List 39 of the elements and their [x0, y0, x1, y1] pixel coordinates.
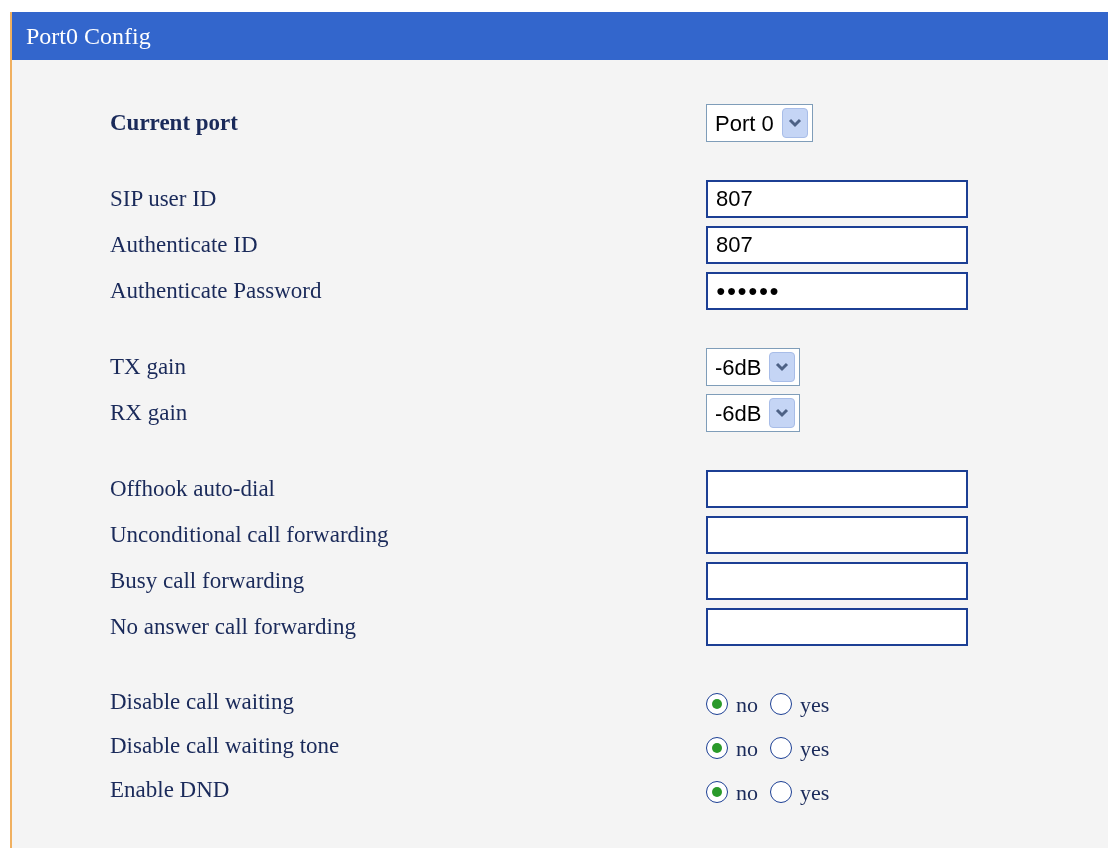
input-field[interactable]: [706, 562, 968, 600]
option-label: yes: [800, 778, 830, 807]
field-label: TX gain: [110, 352, 187, 381]
radio-button[interactable]: [770, 693, 792, 715]
option-label: yes: [800, 734, 830, 763]
chevron-down-icon: [769, 352, 796, 382]
radio-button[interactable]: [770, 737, 792, 759]
input-field[interactable]: 807: [706, 226, 968, 264]
input-field[interactable]: [706, 470, 968, 508]
radio-button[interactable]: [770, 781, 792, 803]
input-field[interactable]: [706, 608, 968, 646]
panel-header: Port0 Config: [12, 12, 1108, 60]
dropdown[interactable]: -6dB: [706, 394, 801, 432]
input-field[interactable]: 807: [706, 180, 968, 218]
field-label: SIP user ID: [110, 184, 218, 213]
field-label: Unconditional call forwarding: [110, 520, 390, 549]
chevron-down-icon: [781, 108, 808, 138]
field-label: Disable call waiting: [110, 687, 295, 716]
dropdown[interactable]: Port 0: [706, 104, 813, 142]
radio-button[interactable]: [706, 693, 728, 715]
field-label: Offhook auto-dial: [110, 474, 276, 503]
field-label: Current port: [110, 108, 239, 137]
option-label: no: [736, 690, 758, 719]
chevron-down-icon: [769, 398, 796, 428]
dropdown[interactable]: -6dB: [706, 348, 801, 386]
option-label: no: [736, 778, 758, 807]
field-label: Busy call forwarding: [110, 566, 306, 595]
radio-button[interactable]: [706, 781, 728, 803]
field-label: Disable call waiting tone: [110, 731, 341, 760]
field-label: No answer call forwarding: [110, 612, 357, 641]
option-label: yes: [800, 690, 830, 719]
field-label: Authenticate Password: [110, 276, 323, 305]
field-label: RX gain: [110, 398, 189, 427]
input-field[interactable]: [706, 516, 968, 554]
radio-button[interactable]: [706, 737, 728, 759]
option-label: no: [736, 734, 758, 763]
field-label: Enable DND: [110, 775, 231, 804]
field-label: Authenticate ID: [110, 230, 259, 259]
password-field[interactable]: ●●●●●●: [706, 272, 968, 310]
